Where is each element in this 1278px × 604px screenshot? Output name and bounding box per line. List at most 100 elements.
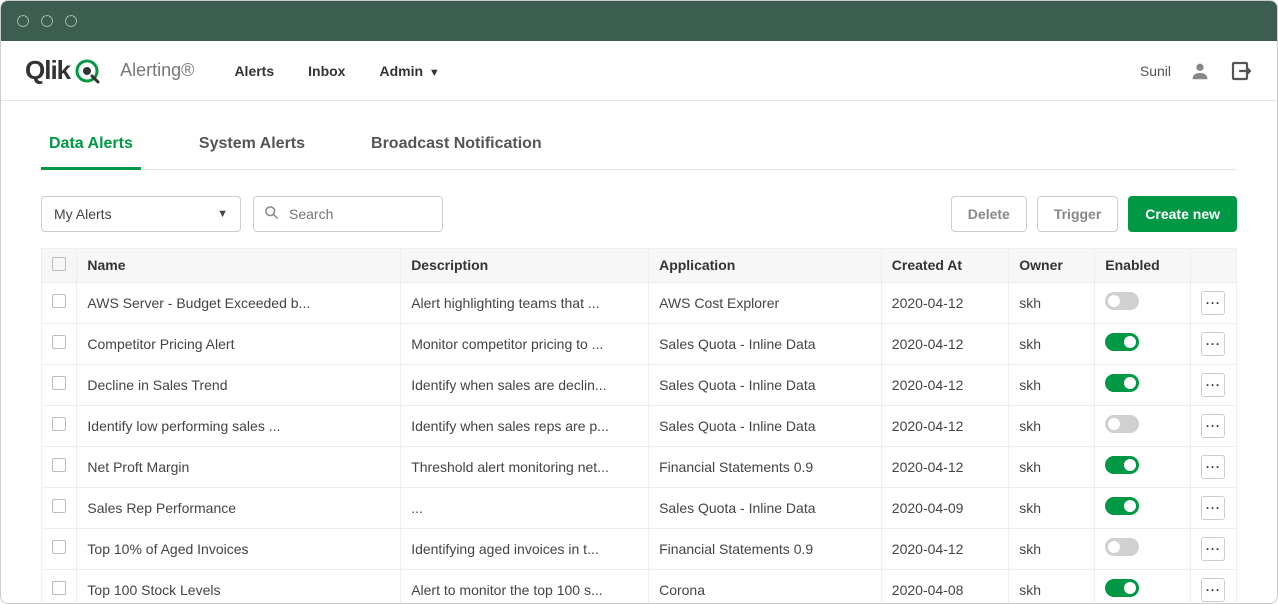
row-actions-button[interactable]: ···	[1201, 414, 1225, 438]
row-actions-button[interactable]: ···	[1201, 496, 1225, 520]
cell-application: AWS Cost Explorer	[649, 282, 882, 323]
cell-name[interactable]: Identify low performing sales ...	[77, 405, 401, 446]
enabled-toggle[interactable]	[1105, 374, 1139, 392]
tab-system-alerts[interactable]: System Alerts	[191, 125, 313, 169]
logout-icon[interactable]	[1229, 59, 1253, 83]
filter-dropdown-label: My Alerts	[54, 206, 112, 222]
chevron-down-icon: ▼	[217, 208, 228, 220]
cell-owner: skh	[1009, 569, 1095, 604]
alerts-table: Name Description Application Created At …	[41, 248, 1237, 604]
cell-application: Financial Statements 0.9	[649, 528, 882, 569]
enabled-toggle[interactable]	[1105, 415, 1139, 433]
cell-owner: skh	[1009, 446, 1095, 487]
cell-created-at: 2020-04-08	[881, 569, 1008, 604]
enabled-toggle[interactable]	[1105, 579, 1139, 597]
table-row: Top 10% of Aged InvoicesIdentifying aged…	[42, 528, 1237, 569]
traffic-light-close[interactable]	[17, 15, 29, 27]
cell-name[interactable]: Top 10% of Aged Invoices	[77, 528, 401, 569]
row-checkbox[interactable]	[52, 376, 66, 390]
create-new-button[interactable]: Create new	[1128, 196, 1237, 232]
search-icon	[264, 205, 279, 223]
enabled-toggle[interactable]	[1105, 497, 1139, 515]
tab-data-alerts[interactable]: Data Alerts	[41, 125, 141, 170]
cell-description: Identify when sales are declin...	[401, 364, 649, 405]
col-header-description[interactable]: Description	[401, 248, 649, 282]
chevron-down-icon: ▼	[429, 67, 440, 79]
cell-description: Alert highlighting teams that ...	[401, 282, 649, 323]
filter-dropdown[interactable]: My Alerts ▼	[41, 196, 241, 232]
cell-name[interactable]: Top 100 Stock Levels	[77, 569, 401, 604]
nav-admin-label: Admin	[379, 63, 423, 79]
select-all-checkbox[interactable]	[52, 257, 66, 271]
cell-application: Corona	[649, 569, 882, 604]
cell-description: Threshold alert monitoring net...	[401, 446, 649, 487]
col-header-application[interactable]: Application	[649, 248, 882, 282]
tab-broadcast[interactable]: Broadcast Notification	[363, 125, 550, 169]
search-input[interactable]	[287, 205, 472, 223]
product-name: Alerting®	[120, 60, 194, 81]
app-window: Qlik Alerting® Alerts Inbox Admin ▼ Suni…	[0, 0, 1278, 604]
cell-owner: skh	[1009, 364, 1095, 405]
window-titlebar	[1, 1, 1277, 41]
row-actions-button[interactable]: ···	[1201, 291, 1225, 315]
col-header-created-at[interactable]: Created At	[881, 248, 1008, 282]
row-actions-button[interactable]: ···	[1201, 332, 1225, 356]
table-row: Competitor Pricing AlertMonitor competit…	[42, 323, 1237, 364]
cell-application: Financial Statements 0.9	[649, 446, 882, 487]
cell-owner: skh	[1009, 282, 1095, 323]
user-name: Sunil	[1140, 63, 1171, 79]
row-checkbox[interactable]	[52, 458, 66, 472]
row-actions-button[interactable]: ···	[1201, 455, 1225, 479]
nav-inbox[interactable]: Inbox	[308, 63, 345, 79]
row-actions-button[interactable]: ···	[1201, 373, 1225, 397]
cell-owner: skh	[1009, 405, 1095, 446]
row-actions-button[interactable]: ···	[1201, 578, 1225, 602]
row-checkbox[interactable]	[52, 335, 66, 349]
cell-created-at: 2020-04-12	[881, 405, 1008, 446]
cell-created-at: 2020-04-09	[881, 487, 1008, 528]
cell-application: Sales Quota - Inline Data	[649, 487, 882, 528]
row-checkbox[interactable]	[52, 499, 66, 513]
logo-text: Qlik	[25, 55, 70, 86]
logo-mark-icon	[74, 58, 100, 84]
traffic-light-zoom[interactable]	[65, 15, 77, 27]
sub-tabs: Data Alerts System Alerts Broadcast Noti…	[41, 125, 1237, 170]
row-checkbox[interactable]	[52, 540, 66, 554]
row-actions-button[interactable]: ···	[1201, 537, 1225, 561]
cell-name[interactable]: Sales Rep Performance	[77, 487, 401, 528]
table-row: Net Proft MarginThreshold alert monitori…	[42, 446, 1237, 487]
cell-created-at: 2020-04-12	[881, 364, 1008, 405]
enabled-toggle[interactable]	[1105, 333, 1139, 351]
enabled-toggle[interactable]	[1105, 538, 1139, 556]
nav-admin[interactable]: Admin ▼	[379, 63, 439, 79]
toolbar-actions: Delete Trigger Create new	[951, 196, 1237, 232]
search-box[interactable]	[253, 196, 443, 232]
cell-name[interactable]: Decline in Sales Trend	[77, 364, 401, 405]
cell-name[interactable]: AWS Server - Budget Exceeded b...	[77, 282, 401, 323]
cell-description: ...	[401, 487, 649, 528]
brand-logo: Qlik	[25, 55, 100, 86]
col-header-owner[interactable]: Owner	[1009, 248, 1095, 282]
col-header-enabled[interactable]: Enabled	[1095, 248, 1191, 282]
cell-application: Sales Quota - Inline Data	[649, 364, 882, 405]
user-avatar-icon[interactable]	[1189, 60, 1211, 82]
row-checkbox[interactable]	[52, 294, 66, 308]
header-right: Sunil	[1140, 59, 1253, 83]
cell-name[interactable]: Net Proft Margin	[77, 446, 401, 487]
cell-owner: skh	[1009, 323, 1095, 364]
cell-name[interactable]: Competitor Pricing Alert	[77, 323, 401, 364]
trigger-button[interactable]: Trigger	[1037, 196, 1118, 232]
traffic-light-minimize[interactable]	[41, 15, 53, 27]
cell-created-at: 2020-04-12	[881, 446, 1008, 487]
enabled-toggle[interactable]	[1105, 292, 1139, 310]
row-checkbox[interactable]	[52, 417, 66, 431]
delete-button[interactable]: Delete	[951, 196, 1027, 232]
cell-application: Sales Quota - Inline Data	[649, 323, 882, 364]
nav-alerts[interactable]: Alerts	[234, 63, 274, 79]
cell-description: Identify when sales reps are p...	[401, 405, 649, 446]
enabled-toggle[interactable]	[1105, 456, 1139, 474]
cell-application: Sales Quota - Inline Data	[649, 405, 882, 446]
row-checkbox[interactable]	[52, 581, 66, 595]
col-header-name[interactable]: Name	[77, 248, 401, 282]
cell-created-at: 2020-04-12	[881, 323, 1008, 364]
